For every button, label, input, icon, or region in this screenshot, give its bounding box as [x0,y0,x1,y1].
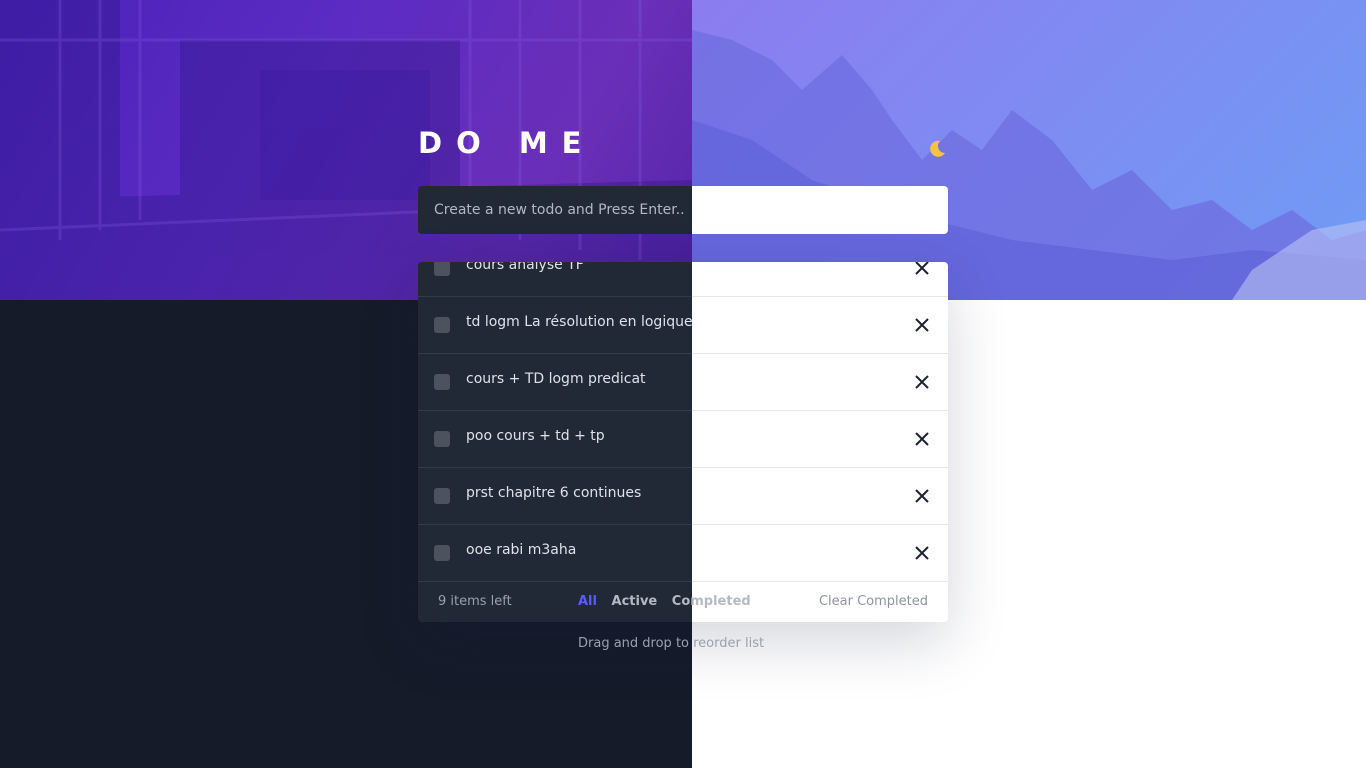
new-todo-input[interactable] [418,186,948,234]
todo-text: cours analyse TF [466,262,584,273]
todo-item[interactable]: cours + TD logm predicat [418,354,948,411]
close-icon[interactable] [914,545,930,561]
filter-completed-button[interactable]: Completed [672,594,751,609]
new-todo-field-wrapper [418,186,948,234]
filter-all-button[interactable]: All [578,594,597,609]
mountain-illustration [692,30,1366,300]
todo-footer: 9 items left All Active Completed Clear … [418,582,948,622]
filter-active-button[interactable]: Active [612,594,658,609]
todo-text: ooe rabi m3aha [466,542,577,558]
close-icon[interactable] [914,262,930,276]
close-icon[interactable] [914,488,930,504]
close-icon[interactable] [914,431,930,447]
todo-item[interactable]: prst chapitre 6 continues [418,468,948,525]
clear-completed-button[interactable]: Clear Completed [819,594,928,609]
items-left-count: 9 items left [438,594,512,609]
todo-item[interactable]: cours analyse TF [418,262,948,297]
todo-checkbox[interactable] [434,262,450,276]
filter-group: All Active Completed [578,594,761,609]
todo-checkbox[interactable] [434,317,450,333]
todo-item[interactable]: ooe rabi m3aha [418,525,948,582]
todo-checkbox[interactable] [434,374,450,390]
todo-text: prst chapitre 6 continues [466,485,642,501]
todo-item[interactable]: poo cours + td + tp [418,411,948,468]
todo-text: td logm La résolution en logique [466,314,693,330]
todo-list: cours analyse TF td logm La résolution e… [418,262,948,622]
todo-checkbox[interactable] [434,545,450,561]
close-icon[interactable] [914,374,930,390]
close-icon[interactable] [914,317,930,333]
todo-checkbox[interactable] [434,488,450,504]
app-title: DO ME [418,126,596,160]
todo-item[interactable]: td logm La résolution en logique [418,297,948,354]
drag-drop-hint: Drag and drop to reorder list [578,636,765,651]
todo-text: cours + TD logm predicat [466,371,646,387]
todo-checkbox[interactable] [434,431,450,447]
hero-image-right [692,0,1366,300]
todo-text: poo cours + td + tp [466,428,605,444]
moon-icon[interactable] [926,138,948,160]
